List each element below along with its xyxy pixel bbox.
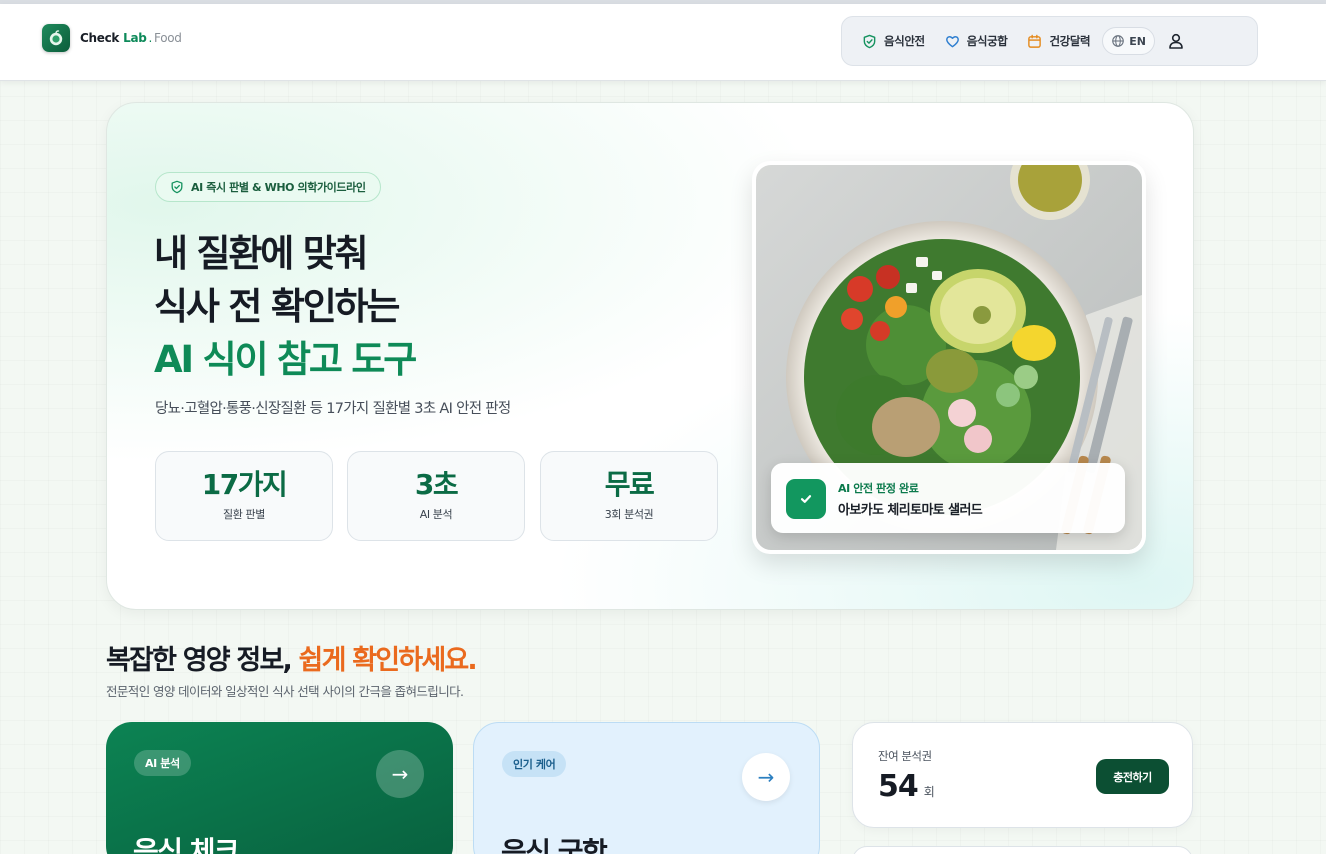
- section-title-accent: 쉽게 확인하세요.: [298, 645, 478, 676]
- nav-item-food-safety[interactable]: 음식안전: [852, 26, 935, 56]
- nav-label: 건강달력: [1049, 34, 1091, 48]
- arrow-right-icon[interactable]: →: [376, 750, 424, 798]
- stat-card-diseases: 17가지 질환 판별: [155, 451, 333, 541]
- hero-badge-text: AI 즉시 판별 & WHO 의학가이드라인: [191, 181, 366, 194]
- nav-item-food-pairing[interactable]: 음식궁합: [935, 26, 1018, 56]
- user-profile-button[interactable]: [1167, 32, 1185, 50]
- section-title: 복잡한 영양 정보, 쉽게 확인하세요.: [106, 638, 478, 677]
- logo-apple-icon: [42, 24, 70, 52]
- nav-label: 음식궁합: [966, 34, 1008, 48]
- credit-unit: 회: [923, 785, 935, 799]
- card-title: 음식 궁합: [501, 836, 608, 854]
- stat-value: 무료: [604, 468, 655, 501]
- ai-result-card: AI 안전 판정 완료 아보카도 체리토마토 샐러드: [771, 463, 1125, 533]
- logo-food: Food: [154, 31, 182, 45]
- language-label: EN: [1129, 34, 1146, 48]
- recharge-button[interactable]: 충전하기: [1096, 759, 1169, 794]
- hero-title-line1: 내 질환에 맞춰: [154, 232, 369, 275]
- site-header: Check Lab . Food 음식안전 음식궁합 건강달력 EN: [0, 4, 1326, 81]
- credit-count: 54: [878, 769, 919, 804]
- hero-title-line3: AI 식이 참고 도구: [154, 338, 417, 381]
- card-tag: 인기 케어: [502, 751, 567, 777]
- calendar-icon: [1028, 34, 1042, 48]
- result-status: AI 안전 판정 완료: [838, 482, 919, 495]
- globe-icon: [1112, 35, 1125, 47]
- language-toggle[interactable]: EN: [1102, 27, 1155, 55]
- stat-label: 질환 판별: [223, 508, 265, 521]
- nav-label: 음식안전: [884, 34, 925, 48]
- section-title-main: 복잡한 영양 정보,: [106, 645, 293, 676]
- section-subtitle: 전문적인 영양 데이터와 일상적인 식사 선택 사이의 간극을 좁혀드립니다.: [106, 684, 464, 699]
- logo-dot: .: [148, 31, 153, 45]
- hero-badge: AI 즉시 판별 & WHO 의학가이드라인: [155, 172, 381, 202]
- stat-card-free: 무료 3회 분석권: [540, 451, 718, 541]
- card-tag: AI 분석: [134, 750, 191, 776]
- logo-check: Check: [80, 31, 120, 45]
- main-nav: 음식안전 음식궁합 건강달력 EN: [841, 16, 1258, 66]
- hero-title-line2: 식사 전 확인하는: [154, 285, 400, 328]
- credit-label: 잔여 분석권: [878, 749, 932, 763]
- result-food-name: 아보카도 체리토마토 샐러드: [838, 503, 983, 518]
- shield-check-icon: [171, 180, 183, 194]
- hero-section: AI 즉시 판별 & WHO 의학가이드라인 내 질환에 맞춰 식사 전 확인하…: [106, 102, 1194, 610]
- logo-text: Check Lab . Food: [80, 31, 182, 45]
- nav-item-health-calendar[interactable]: 건강달력: [1017, 26, 1100, 56]
- food-check-card[interactable]: AI 분석 → 음식 체크: [106, 722, 453, 854]
- arrow-right-icon[interactable]: →: [742, 753, 790, 801]
- stat-label: AI 분석: [419, 508, 453, 521]
- hero-subtitle: 당뇨·고혈압·통풍·신장질환 등 17가지 질환별 3초 AI 안전 판정: [155, 401, 511, 417]
- logo[interactable]: Check Lab . Food: [42, 24, 182, 52]
- heart-icon: [945, 35, 959, 47]
- check-icon: [786, 479, 826, 519]
- logo-lab: Lab: [123, 31, 147, 45]
- shield-check-icon: [863, 34, 876, 48]
- user-icon: [1169, 33, 1183, 49]
- stat-label: 3회 분석권: [604, 508, 654, 521]
- credit-value: 54 회: [878, 769, 935, 804]
- next-card: [852, 846, 1193, 854]
- stat-card-analysis-time: 3초 AI 분석: [347, 451, 525, 541]
- food-pairing-card[interactable]: 인기 케어 → 음식 궁합: [473, 722, 820, 854]
- stat-value: 3초: [414, 468, 459, 501]
- stat-value: 17가지: [201, 468, 288, 501]
- hero-title: 내 질환에 맞춰 식사 전 확인하는 AI 식이 참고 도구: [154, 227, 417, 386]
- card-title: 음식 체크: [133, 835, 240, 854]
- remaining-credits-card: 잔여 분석권 54 회 충전하기: [852, 722, 1193, 828]
